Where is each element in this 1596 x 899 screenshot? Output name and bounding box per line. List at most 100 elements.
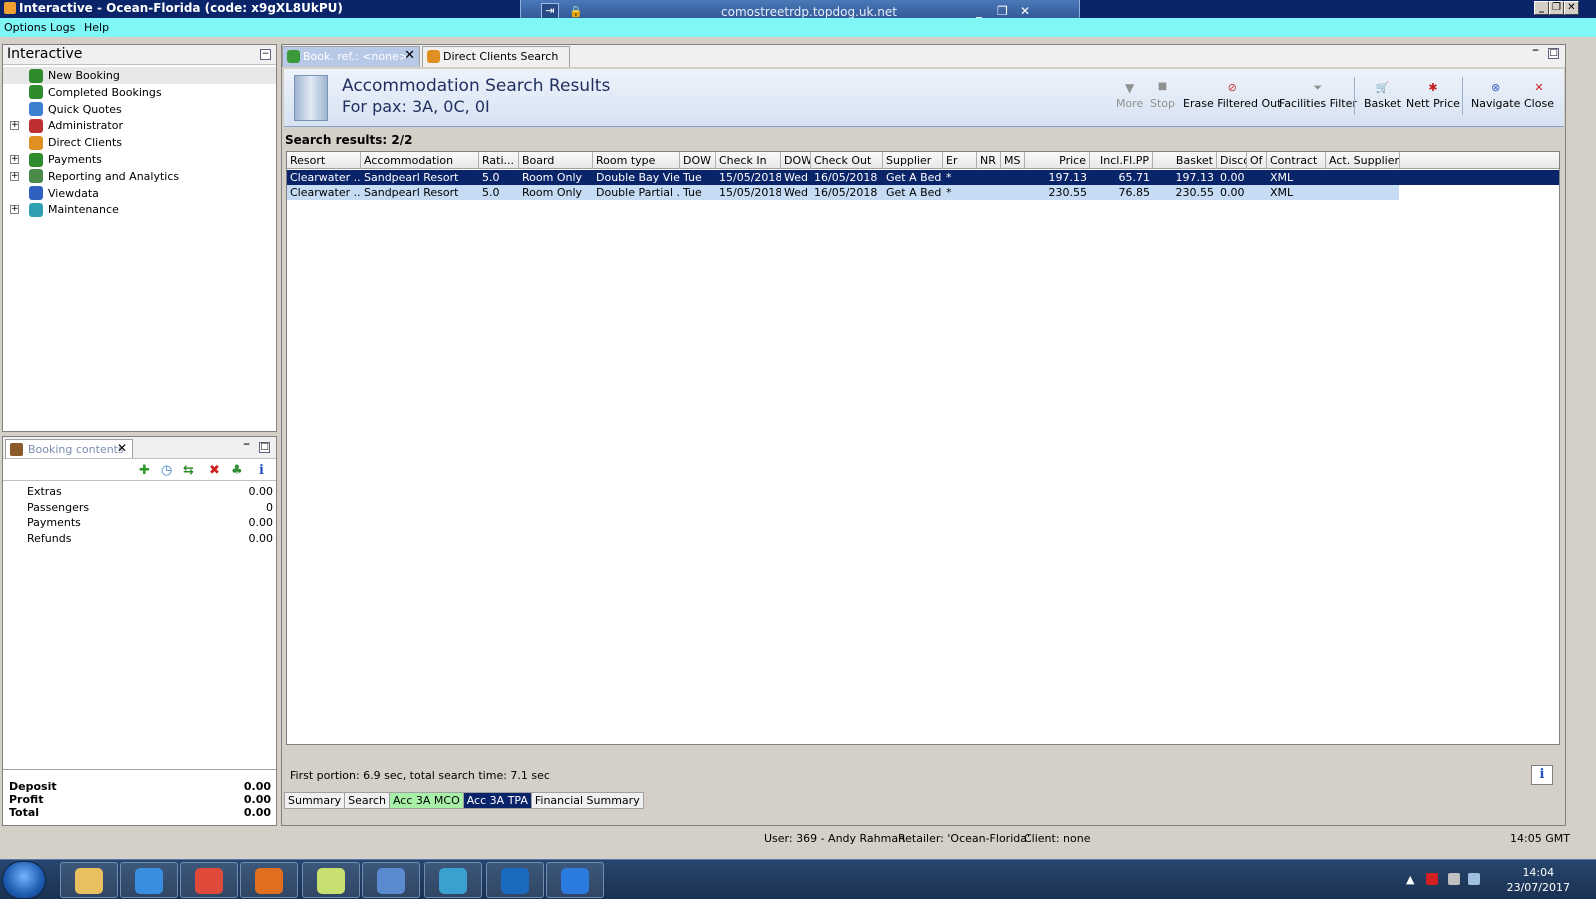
close-results-button[interactable]: ✕ Close: [1524, 81, 1554, 110]
nav-item-completed-bookings[interactable]: Completed Bookings: [3, 84, 276, 101]
taskbar-chrome-button[interactable]: [180, 862, 238, 898]
tab-book-ref[interactable]: Book. ref.: <none> ✕: [282, 46, 420, 67]
stop-button[interactable]: ■ Stop: [1150, 81, 1175, 110]
bottom-tab-summary[interactable]: Summary: [284, 792, 346, 809]
column-header-rati[interactable]: Rati...: [479, 152, 519, 169]
add-icon[interactable]: ✚: [139, 463, 150, 478]
close-tab-icon[interactable]: ✕: [117, 441, 127, 455]
close-button[interactable]: ✕: [1564, 1, 1579, 15]
nav-item-maintenance[interactable]: + Maintenance: [3, 201, 276, 218]
minimize-button[interactable]: _: [1534, 1, 1549, 15]
clock-icon[interactable]: ◷: [161, 463, 172, 478]
network-icon[interactable]: [1468, 873, 1480, 885]
window-title-bar: Interactive - Ocean-Florida (code: x9gXL…: [0, 0, 1596, 26]
more-button[interactable]: ▼ More: [1116, 81, 1143, 110]
volume-muted-icon[interactable]: [1448, 873, 1460, 885]
erase-filtered-out-button[interactable]: ⊘ Erase Filtered Out: [1183, 81, 1281, 110]
column-header-supplier[interactable]: Supplier: [883, 152, 943, 169]
column-header-incl-fl-pp[interactable]: Incl.Fl.PP: [1090, 152, 1153, 169]
filter-icon: ⏷: [1313, 81, 1323, 94]
delete-icon[interactable]: ✖: [209, 463, 220, 478]
column-header-contract[interactable]: Contract: [1267, 152, 1326, 169]
basket-button[interactable]: 🛒 Basket: [1364, 81, 1401, 110]
nav-item-new-booking[interactable]: New Booking: [3, 67, 276, 84]
tab-booking-contents[interactable]: Booking contents ✕: [5, 439, 133, 458]
minimize-panel-icon[interactable]: −: [241, 441, 252, 452]
column-header-resort[interactable]: Resort: [287, 152, 361, 169]
table-row[interactable]: Clearwater ... Sandpearl Resort 5.0 Room On…: [287, 170, 1559, 185]
taskbar-firefox-button[interactable]: [240, 862, 298, 898]
booking-row-extras: Extras 0.00: [27, 485, 273, 501]
nav-item-payments[interactable]: + Payments: [3, 151, 276, 168]
bottom-tab-search[interactable]: Search: [344, 792, 390, 809]
bottom-tab-acc-3a-tpa[interactable]: Acc 3A TPA: [462, 792, 532, 809]
show-hidden-icons-icon[interactable]: ▲: [1406, 873, 1418, 886]
menu-options[interactable]: Options: [4, 21, 46, 34]
taskbar-network-button[interactable]: [424, 862, 482, 898]
nav-item-reporting-and-analytics[interactable]: + Reporting and Analytics: [3, 168, 276, 185]
bottom-tab-financial-summary[interactable]: Financial Summary: [530, 792, 644, 809]
nav-item-quick-quotes[interactable]: Quick Quotes: [3, 101, 276, 118]
column-header-dow[interactable]: DOW: [680, 152, 716, 169]
pin-icon[interactable]: ⇥: [541, 3, 559, 19]
restore-button[interactable]: ❐: [1549, 1, 1564, 15]
action-center-icon[interactable]: [1426, 873, 1438, 885]
bottom-tab-acc-3a-mco[interactable]: Acc 3A MCO: [388, 792, 464, 809]
column-header-board[interactable]: Board: [519, 152, 593, 169]
expand-icon[interactable]: +: [10, 155, 19, 164]
expand-icon[interactable]: +: [10, 121, 19, 131]
taskbar-app-g-button[interactable]: [546, 862, 604, 898]
taskbar-sticky-notes-button[interactable]: [302, 862, 360, 898]
total-label: Profit: [9, 793, 44, 806]
taskbar-clock[interactable]: 14:04 23/07/2017: [1507, 865, 1570, 895]
rdp-restore-icon[interactable]: ❐: [997, 4, 1008, 18]
column-header-basket[interactable]: Basket: [1153, 152, 1217, 169]
column-header-room-type[interactable]: Room type: [593, 152, 680, 169]
expand-icon[interactable]: +: [10, 205, 19, 215]
nett-price-button[interactable]: ✱ Nett Price: [1406, 81, 1460, 110]
taskbar-internet-explorer-button[interactable]: [120, 862, 178, 898]
column-header-of[interactable]: Of: [1247, 152, 1267, 169]
column-header-ms[interactable]: MS: [1001, 152, 1025, 169]
outlook-icon: [501, 868, 529, 894]
rdp-minimize-icon[interactable]: _: [976, 4, 982, 18]
table-row[interactable]: Clearwater ... Sandpearl Resort 5.0 Room On…: [287, 185, 1399, 200]
start-button[interactable]: [2, 861, 46, 899]
column-header-nr[interactable]: NR: [977, 152, 1001, 169]
column-header-check-out[interactable]: Check Out: [811, 152, 883, 169]
system-tray: ▲ 14:04 23/07/2017: [1396, 860, 1596, 899]
nav-item-viewdata[interactable]: Viewdata: [3, 185, 276, 202]
column-header-price[interactable]: Price: [1025, 152, 1090, 169]
menu-help[interactable]: Help: [84, 21, 109, 34]
navigation-panel: Interactive − New Booking Completed Booki…: [2, 44, 277, 432]
column-header-er[interactable]: Er: [943, 152, 977, 169]
navigate-button[interactable]: ⊗ Navigate: [1471, 81, 1520, 110]
taskbar-remote-desktop-button[interactable]: [362, 862, 420, 898]
column-header-act-supplier[interactable]: Act. Supplier: [1326, 152, 1400, 169]
column-header-accommodation[interactable]: Accommodation: [361, 152, 479, 169]
info-icon[interactable]: i: [259, 463, 264, 478]
more-button-label: More: [1116, 97, 1144, 110]
tab-direct-clients-search[interactable]: Direct Clients Search: [422, 46, 570, 67]
maximize-panel-icon[interactable]: □: [1548, 48, 1559, 59]
column-header-discount[interactable]: Discount: [1217, 152, 1247, 169]
collapse-icon[interactable]: −: [260, 49, 271, 60]
expand-icon[interactable]: +: [10, 171, 19, 181]
close-tab-icon[interactable]: ✕: [404, 48, 415, 63]
taskbar-explorer-button[interactable]: [60, 862, 118, 898]
info-button[interactable]: i: [1531, 765, 1553, 785]
table-cell: [977, 170, 1001, 185]
column-header-check-in[interactable]: Check In: [716, 152, 781, 169]
minimize-panel-icon[interactable]: −: [1530, 47, 1541, 58]
maximize-panel-icon[interactable]: □: [259, 442, 270, 453]
table-cell: 0.00: [1220, 186, 1245, 199]
column-header-dow[interactable]: DOW: [781, 152, 811, 169]
rdp-close-icon[interactable]: ✕: [1020, 4, 1030, 18]
facilities-filter-button[interactable]: ⏷ Facilities Filter: [1279, 81, 1357, 110]
nav-item-administrator[interactable]: + Administrator: [3, 117, 276, 134]
taskbar-outlook-button[interactable]: [486, 862, 544, 898]
menu-logs[interactable]: Logs: [50, 21, 75, 34]
basket-transfer-icon[interactable]: ⇆: [183, 463, 194, 478]
palm-tree-icon[interactable]: ♣: [231, 463, 243, 478]
nav-item-direct-clients[interactable]: Direct Clients: [3, 134, 276, 151]
